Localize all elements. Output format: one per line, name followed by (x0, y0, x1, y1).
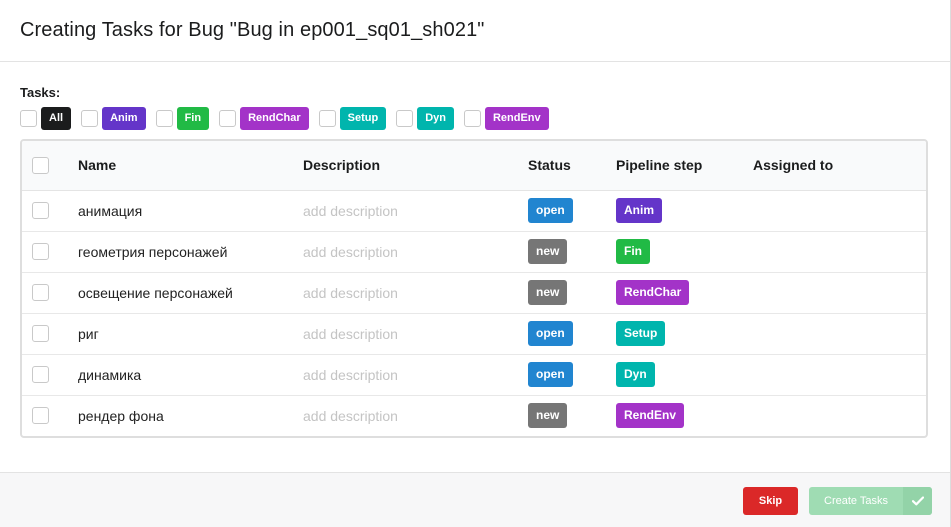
row-checkbox[interactable] (32, 407, 49, 425)
row-checkbox[interactable] (32, 283, 49, 301)
filter-setup-chip[interactable]: Setup (339, 106, 387, 130)
dialog-content: Tasks: All Anim Fin RendChar Setup Dyn R… (0, 62, 950, 438)
dialog-header: Creating Tasks for Bug "Bug in ep001_sq0… (0, 0, 950, 62)
table-row[interactable]: анимация add description open Anim (22, 190, 926, 232)
pipeline-step-badge: Setup (616, 321, 666, 346)
create-tasks-dialog: Creating Tasks for Bug "Bug in ep001_sq0… (0, 0, 951, 527)
status-badge: new (528, 403, 568, 429)
table-row[interactable]: рендер фона add description new RendEnv (22, 395, 926, 436)
pipeline-step-badge: Dyn (616, 362, 655, 387)
dialog-footer: Skip Create Tasks (0, 472, 950, 527)
assigned-to-cell[interactable] (753, 395, 926, 436)
skip-button[interactable]: Skip (743, 487, 798, 515)
task-type-filters: All Anim Fin RendChar Setup Dyn RendEnv (20, 106, 930, 130)
table-row[interactable]: геометрия персонажей add description new… (22, 231, 926, 273)
assigned-to-cell[interactable] (753, 231, 926, 273)
task-description-input[interactable]: add description (303, 395, 528, 436)
task-name: анимация (78, 190, 303, 232)
assigned-to-cell[interactable] (753, 354, 926, 396)
task-name: геометрия персонажей (78, 231, 303, 273)
column-header-pipeline-step: Pipeline step (616, 141, 753, 191)
filter-all-chip[interactable]: All (41, 106, 72, 130)
assigned-to-cell[interactable] (753, 190, 926, 232)
status-badge: open (528, 321, 573, 346)
table-row[interactable]: освещение персонажей add description new… (22, 272, 926, 314)
filter-dyn[interactable]: Dyn (396, 106, 454, 130)
assigned-to-cell[interactable] (753, 272, 926, 314)
status-badge: open (528, 362, 573, 387)
filter-rendenv-chip[interactable]: RendEnv (484, 106, 549, 130)
filter-dyn-checkbox[interactable] (396, 109, 414, 127)
create-tasks-button[interactable]: Create Tasks (809, 487, 932, 515)
task-name: риг (78, 313, 303, 355)
select-all-checkbox[interactable] (32, 156, 49, 174)
table-row[interactable]: риг add description open Setup (22, 313, 926, 355)
filter-all-checkbox[interactable] (20, 109, 37, 127)
assigned-to-cell[interactable] (753, 313, 926, 355)
filter-anim[interactable]: Anim (81, 106, 146, 130)
filter-setup[interactable]: Setup (318, 106, 387, 130)
checkmark-icon (903, 487, 932, 515)
column-header-status: Status (528, 141, 616, 191)
pipeline-step-badge: Fin (616, 239, 650, 264)
task-description-input[interactable]: add description (303, 231, 528, 273)
table-header-row: Name Description Status Pipeline step As… (22, 141, 926, 191)
pipeline-step-badge: RendEnv (616, 403, 685, 429)
tasks-table: Name Description Status Pipeline step As… (22, 141, 926, 436)
pipeline-step-badge: Anim (616, 198, 662, 223)
table-row[interactable]: динамика add description open Dyn (22, 354, 926, 396)
task-description-input[interactable]: add description (303, 313, 528, 355)
task-description-input[interactable]: add description (303, 272, 528, 314)
tasks-filter-label: Tasks: (20, 85, 61, 100)
tasks-table-container: Name Description Status Pipeline step As… (20, 139, 928, 438)
filter-rendchar[interactable]: RendChar (219, 106, 309, 130)
status-badge: open (528, 198, 573, 223)
filter-rendchar-chip[interactable]: RendChar (240, 106, 309, 130)
filter-all[interactable]: All (20, 106, 72, 130)
filter-rendenv[interactable]: RendEnv (463, 106, 549, 130)
task-name: динамика (78, 354, 303, 396)
dialog-title: Creating Tasks for Bug "Bug in ep001_sq0… (20, 19, 485, 41)
status-badge: new (528, 280, 568, 305)
column-header-description: Description (303, 141, 528, 191)
row-checkbox[interactable] (32, 365, 49, 383)
row-checkbox[interactable] (32, 201, 49, 219)
task-name: освещение персонажей (78, 272, 303, 314)
filter-anim-checkbox[interactable] (81, 109, 99, 127)
task-description-input[interactable]: add description (303, 190, 528, 232)
task-description-input[interactable]: add description (303, 354, 528, 396)
status-badge: new (528, 239, 568, 264)
filter-anim-chip[interactable]: Anim (102, 106, 146, 130)
pipeline-step-badge: RendChar (616, 280, 690, 305)
filter-fin[interactable]: Fin (155, 106, 210, 130)
filter-setup-checkbox[interactable] (318, 109, 336, 127)
filter-dyn-chip[interactable]: Dyn (417, 106, 454, 130)
filter-rendenv-checkbox[interactable] (463, 109, 481, 127)
column-header-assigned-to: Assigned to (753, 141, 926, 191)
filter-rendchar-checkbox[interactable] (219, 109, 237, 127)
row-checkbox[interactable] (32, 324, 49, 342)
row-checkbox[interactable] (32, 242, 49, 260)
column-header-name: Name (78, 141, 303, 191)
filter-fin-chip[interactable]: Fin (176, 106, 210, 130)
create-tasks-label: Create Tasks (824, 495, 888, 507)
task-name: рендер фона (78, 407, 164, 424)
filter-fin-checkbox[interactable] (155, 109, 173, 127)
